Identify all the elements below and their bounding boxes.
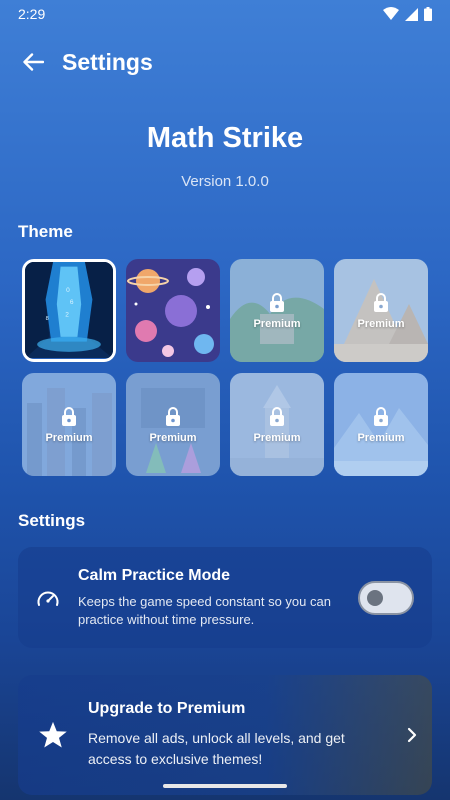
theme-tile-space-planets[interactable] [126,259,220,362]
chevron-right-icon-wrap [392,727,432,743]
svg-text:0: 0 [66,287,70,294]
status-time: 2:29 [18,6,46,22]
locked-overlay: Premium [230,373,324,476]
calm-mode-description: Keeps the game speed constant so you can… [78,593,331,627]
theme-tile-jungle-temple[interactable]: Premium [230,259,324,362]
crystal-cave-thumbnail: 0 6 2 8 [25,262,113,359]
battery-icon [424,7,432,21]
toggle-knob [367,589,383,606]
star-icon [39,721,67,748]
wifi-icon [383,7,399,20]
lock-icon [270,406,284,426]
calm-practice-mode-card: Calm Practice Mode Keeps the game speed … [18,547,432,648]
speedometer-icon-wrap [18,588,78,608]
theme-tile-fantasy-castle[interactable]: Premium [230,373,324,476]
premium-label: Premium [253,431,301,444]
star-icon-wrap [18,720,88,750]
lock-icon [270,292,284,312]
lock-icon [374,292,388,312]
chevron-right-icon [407,727,417,743]
app-name: Math Strike [146,122,304,154]
premium-label: Premium [45,431,93,444]
upgrade-description: Remove all ads, unlock all levels, and g… [88,730,345,767]
calm-mode-text: Calm Practice Mode Keeps the game speed … [78,567,358,629]
lock-icon [166,406,180,426]
back-button[interactable] [18,47,48,77]
theme-tile-science-lab[interactable]: Premium [126,373,220,476]
status-bar: 2:29 [0,0,450,28]
lock-icon [374,406,388,426]
premium-label: Premium [149,431,197,444]
speedometer-icon [37,591,59,606]
status-icons [383,7,432,21]
premium-label: Premium [357,431,405,444]
theme-tile-crystal-cave[interactable]: 0 6 2 8 [22,259,116,362]
theme-grid: 0 6 2 8 Premium Premium Premium Premium … [22,259,428,476]
premium-label: Premium [357,317,405,330]
upgrade-premium-card[interactable]: Upgrade to Premium Remove all ads, unloc… [18,675,432,795]
locked-overlay: Premium [334,373,428,476]
premium-label: Premium [253,317,301,330]
calm-mode-toggle[interactable] [358,580,414,615]
space-planets-thumbnail [126,259,220,362]
settings-section-label: Settings [18,511,86,530]
svg-text:8: 8 [46,316,49,322]
locked-overlay: Premium [230,259,324,362]
page-title: Settings [62,48,153,75]
svg-text:6: 6 [70,299,74,306]
arrow-left-icon [23,53,44,71]
upgrade-title: Upgrade to Premium [88,700,246,717]
locked-overlay: Premium [126,373,220,476]
app-bar: Settings [0,40,450,84]
home-indicator[interactable] [163,784,287,788]
app-version: Version 1.0.0 [181,173,269,190]
theme-tile-ice-world[interactable]: Premium [334,373,428,476]
theme-tile-city-skyline[interactable]: Premium [22,373,116,476]
upgrade-text: Upgrade to Premium Remove all ads, unloc… [88,700,392,770]
theme-tile-desert-pyramids[interactable]: Premium [334,259,428,362]
cell-signal-icon [405,7,418,21]
svg-text:2: 2 [65,311,69,318]
locked-overlay: Premium [334,259,428,362]
calm-mode-title: Calm Practice Mode [78,566,231,584]
locked-overlay: Premium [22,373,116,476]
lock-icon [62,406,76,426]
theme-section-label: Theme [18,222,73,241]
